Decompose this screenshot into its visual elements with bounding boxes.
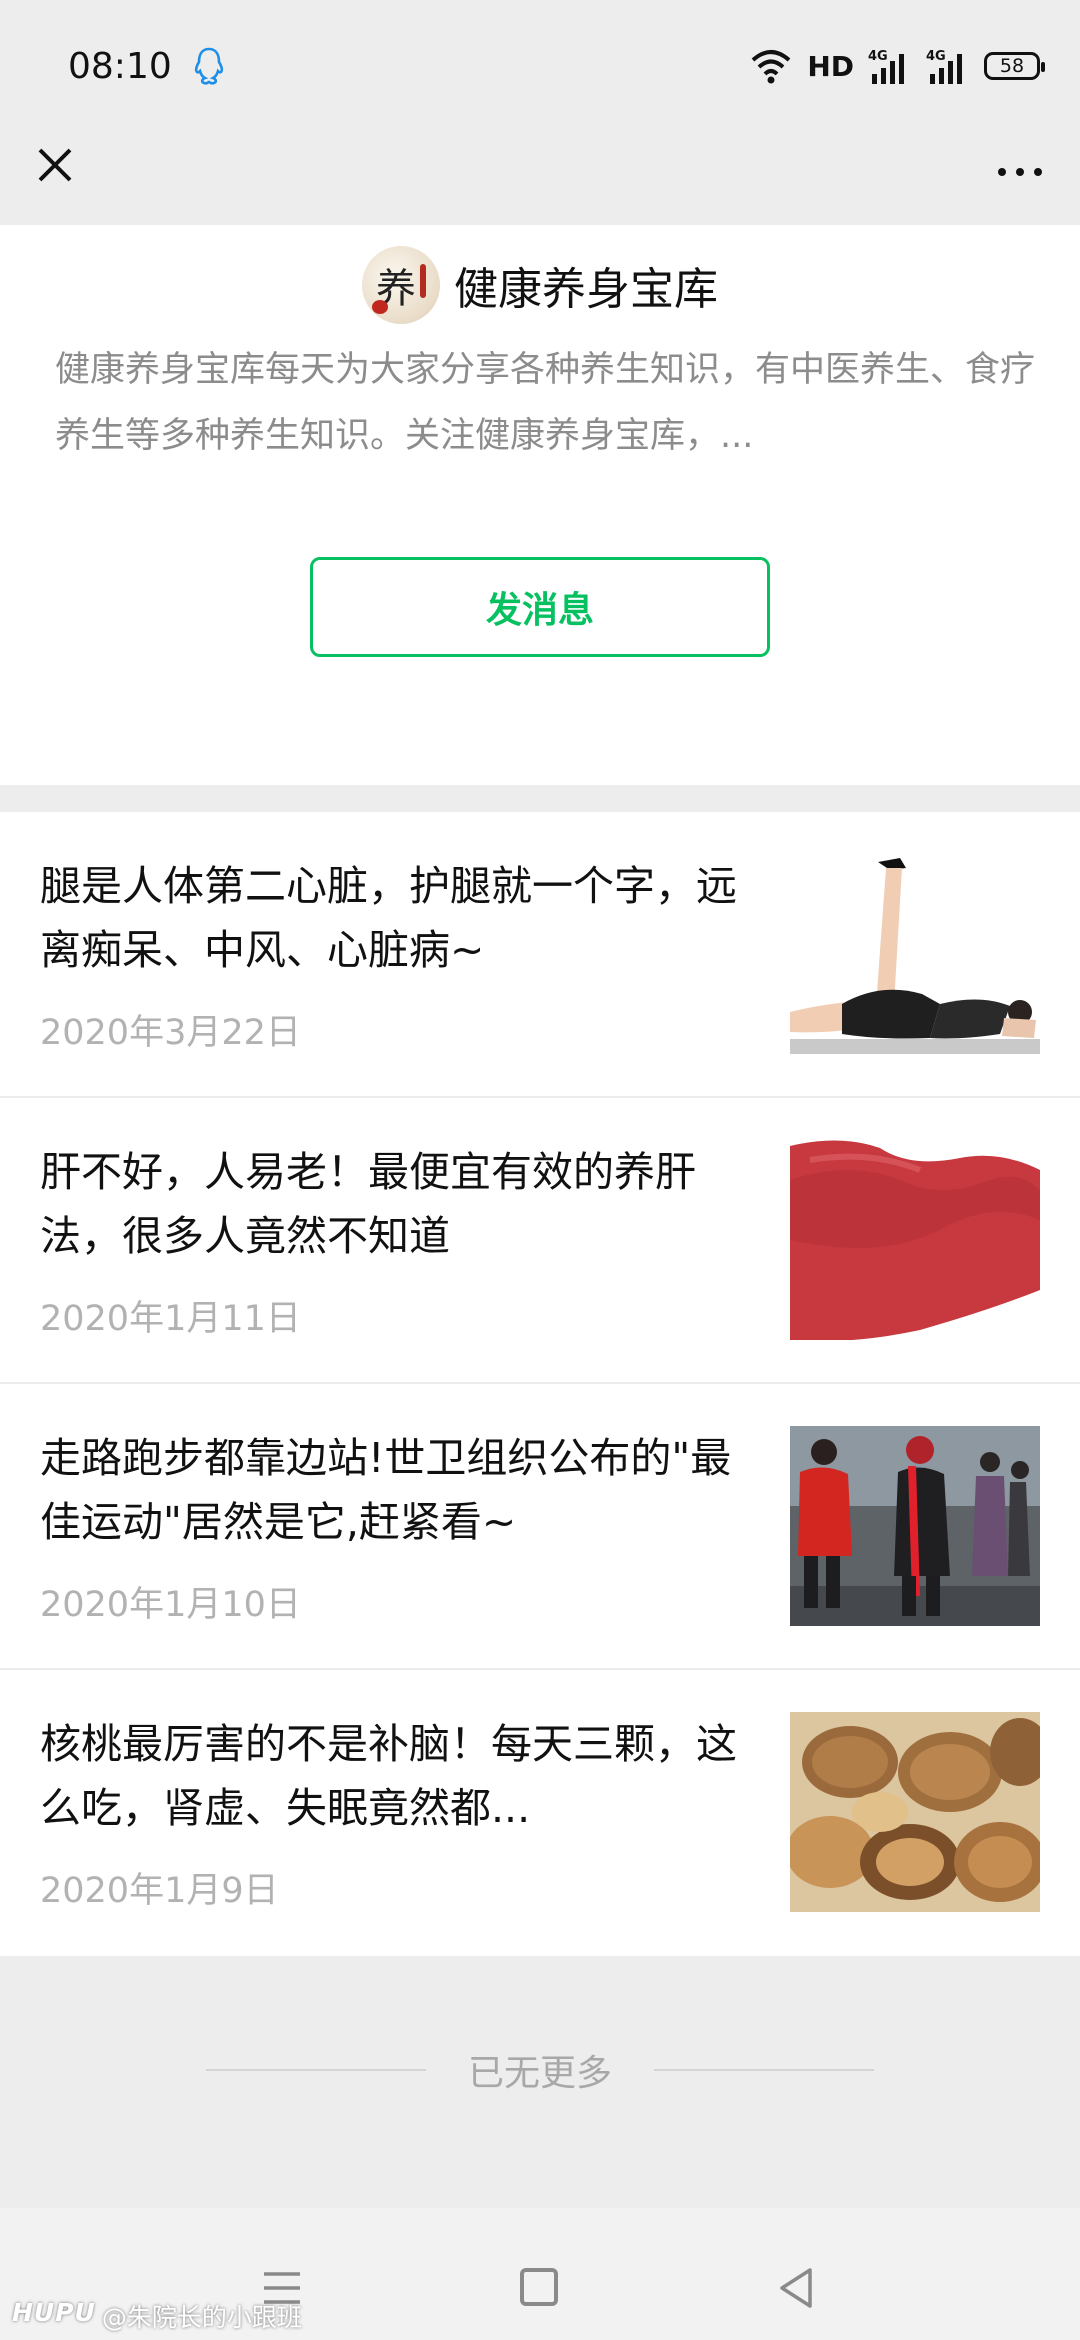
article-item[interactable]: 腿是人体第二心脏，护腿就一个字，远离痴呆、中风、心脏病~ 2020年3月22日 [0, 812, 1080, 1098]
home-key-icon[interactable] [520, 2268, 558, 2306]
svg-text:4G: 4G [926, 49, 946, 64]
network-label: HD [807, 49, 854, 83]
qq-icon [194, 47, 224, 85]
article-date: 2020年3月22日 [40, 1013, 301, 1053]
no-more-text: 已无更多 [467, 2053, 612, 2094]
article-title: 核桃最厉害的不是补脑！每天三颗，这么吃，肾虚、失眠竟然都... [40, 1720, 737, 1832]
article-title: 肝不好，人易老！最便宜有效的养肝法，很多人竟然不知道 [40, 1148, 696, 1260]
wifi-icon [751, 50, 791, 84]
article-date: 2020年1月9日 [40, 1871, 279, 1911]
article-title: 腿是人体第二心脏，护腿就一个字，远离痴呆、中风、心脏病~ [40, 862, 737, 974]
avatar: 养 [362, 246, 440, 324]
signal-4g-icon: 4G [926, 49, 962, 84]
account-name: 健康养身宝库 [454, 264, 718, 315]
article-item[interactable]: 走路跑步都靠边站!世卫组织公布的"最佳运动"居然是它,赶紧看~ 2020年1月1… [0, 1384, 1080, 1670]
article-item[interactable]: 肝不好，人易老！最便宜有效的养肝法，很多人竟然不知道 2020年1月11日 [0, 1098, 1080, 1384]
status-indicators: HD 4G 4G 58 [749, 44, 1045, 88]
svg-text:4G: 4G [868, 49, 888, 64]
dancing-people-image [790, 1426, 1040, 1626]
profile-header: 养 健康养身宝库 [0, 240, 1080, 330]
battery-level: 58 [999, 55, 1025, 77]
account-profile-card: 养 健康养身宝库 健康养身宝库每天为大家分享各种养生知识，有中医养生、食疗养生等… [0, 225, 1080, 785]
status-time: 08:10 [68, 46, 172, 87]
account-description: 健康养身宝库每天为大家分享各种养生知识，有中医养生、食疗养生等多种养生知识。关注… [55, 350, 1036, 456]
divider [205, 2069, 426, 2071]
watermark-user: @朱院长的小跟班 [101, 2303, 302, 2332]
back-key-icon[interactable] [776, 2266, 816, 2310]
article-title: 走路跑步都靠边站!世卫组织公布的"最佳运动"居然是它,赶紧看~ [40, 1434, 732, 1546]
walnuts-image [790, 1712, 1040, 1912]
watermark: HUPU @朱院长的小跟班 [12, 2298, 302, 2334]
divider [654, 2069, 874, 2071]
article-list: 腿是人体第二心脏，护腿就一个字，远离痴呆、中风、心脏病~ 2020年3月22日 … [0, 812, 1080, 1956]
liver-image [790, 1140, 1040, 1340]
close-icon[interactable] [30, 140, 80, 190]
article-date: 2020年1月11日 [40, 1299, 301, 1339]
status-bar: 08:10 HD 4G 4G 58 [0, 0, 1080, 130]
send-message-button[interactable]: 发消息 [310, 557, 770, 657]
article-item[interactable]: 核桃最厉害的不是补脑！每天三颗，这么吃，肾虚、失眠竟然都... 2020年1月9… [0, 1670, 1080, 1956]
article-date: 2020年1月10日 [40, 1585, 301, 1625]
watermark-brand: HUPU [12, 2298, 96, 2327]
leg-exercise-image [790, 854, 1040, 1054]
battery-icon: 58 [984, 52, 1045, 80]
nav-bar [0, 130, 1080, 225]
list-end-indicator: 已无更多 [0, 2040, 1080, 2100]
more-icon[interactable] [990, 140, 1050, 190]
signal-4g-icon: 4G [868, 49, 904, 84]
